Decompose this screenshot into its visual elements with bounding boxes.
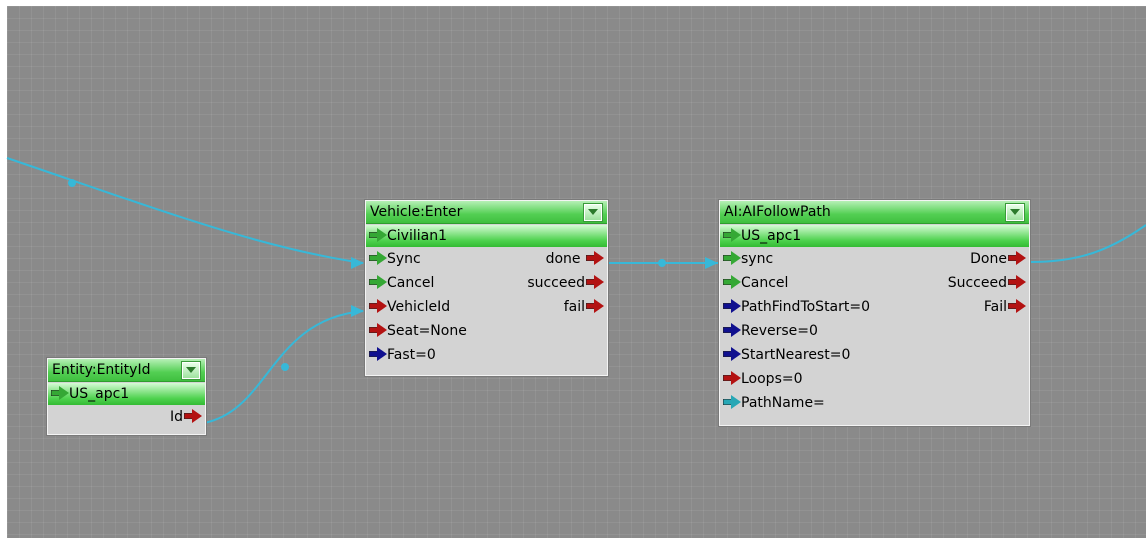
port-label: Succeed: [947, 275, 1007, 291]
port-label: Id: [169, 409, 183, 425]
input-port-sync[interactable]: sync: [723, 247, 773, 271]
input-port-seat[interactable]: Seat=None: [369, 319, 467, 343]
arrow-right-icon[interactable]: [1008, 250, 1026, 265]
input-port-reverse[interactable]: Reverse=0: [723, 319, 818, 343]
arrow-right-icon[interactable]: [369, 250, 387, 265]
node-entity-id[interactable]: Entity:EntityId US_apc1 Id: [47, 358, 206, 435]
port-row: Fast=0: [366, 343, 607, 367]
input-port-fast[interactable]: Fast=0: [369, 343, 436, 367]
arrow-right-icon[interactable]: [369, 227, 387, 242]
port-label: Done: [970, 251, 1007, 267]
port-label: Cancel: [387, 275, 435, 291]
arrow-right-icon[interactable]: [723, 250, 741, 265]
port-row: Loops=0: [720, 367, 1029, 391]
entity-label: Civilian1: [387, 228, 447, 244]
entity-label: US_apc1: [69, 386, 130, 402]
output-port-fail[interactable]: fail: [564, 295, 604, 319]
arrow-right-icon[interactable]: [184, 408, 202, 423]
arrow-right-icon[interactable]: [369, 298, 387, 313]
node-title[interactable]: AI:AIFollowPath: [720, 201, 1029, 224]
port-label: fail: [563, 299, 585, 315]
output-port-succeed[interactable]: succeed: [527, 271, 604, 295]
node-title-label: Entity:EntityId: [52, 362, 151, 378]
arrow-right-icon[interactable]: [369, 274, 387, 289]
port-row: PathName=: [720, 391, 1029, 415]
input-port-pathname[interactable]: PathName=: [723, 391, 825, 415]
port-label: done: [545, 251, 581, 267]
port-row: Seat=None: [366, 319, 607, 343]
port-row: Id: [48, 405, 205, 429]
arrow-right-icon[interactable]: [723, 227, 741, 242]
port-label: PathName=: [741, 395, 825, 411]
port-label: Reverse=0: [741, 323, 818, 339]
port-label: Fail: [983, 299, 1007, 315]
port-label: sync: [741, 251, 774, 267]
arrow-right-icon[interactable]: [723, 274, 741, 289]
port-row: sync Done: [720, 247, 1029, 271]
node-entity-row[interactable]: US_apc1: [720, 225, 1029, 247]
port-label: Fast=0: [387, 347, 436, 363]
input-port-startnearest[interactable]: StartNearest=0: [723, 343, 850, 367]
port-row: Reverse=0: [720, 319, 1029, 343]
input-port-sync[interactable]: Sync: [369, 247, 421, 271]
arrow-right-icon[interactable]: [723, 370, 741, 385]
entity-label: US_apc1: [741, 228, 802, 244]
input-port-cancel[interactable]: Cancel: [369, 271, 434, 295]
arrow-right-icon[interactable]: [586, 250, 604, 265]
node-vehicle-enter[interactable]: Vehicle:Enter Civilian1 Sync done Cancel…: [365, 200, 608, 376]
port-row: Cancel succeed: [366, 271, 607, 295]
port-row: Sync done: [366, 247, 607, 271]
output-port-done[interactable]: done: [546, 247, 604, 271]
arrow-right-icon[interactable]: [586, 274, 604, 289]
arrow-right-icon[interactable]: [586, 298, 604, 313]
arrow-right-icon[interactable]: [369, 346, 387, 361]
port-label: VehicleId: [387, 299, 451, 315]
port-row: Cancel Succeed: [720, 271, 1029, 295]
input-port-pathfindtostart[interactable]: PathFindToStart=0: [723, 295, 870, 319]
port-row: PathFindToStart=0 Fail: [720, 295, 1029, 319]
node-title[interactable]: Entity:EntityId: [48, 359, 205, 382]
arrow-right-icon[interactable]: [51, 385, 69, 400]
arrow-right-icon[interactable]: [723, 298, 741, 313]
output-port-fail[interactable]: Fail: [984, 295, 1026, 319]
chevron-down-icon[interactable]: [182, 362, 200, 379]
port-label: PathFindToStart=0: [741, 299, 871, 315]
chevron-down-icon[interactable]: [1006, 204, 1024, 221]
input-port-loops[interactable]: Loops=0: [723, 367, 803, 391]
input-port-cancel[interactable]: Cancel: [723, 271, 788, 295]
arrow-right-icon[interactable]: [1008, 274, 1026, 289]
port-label: succeed: [527, 275, 585, 291]
port-label: Sync: [387, 251, 421, 267]
chevron-down-icon[interactable]: [584, 204, 602, 221]
port-row: VehicleId fail: [366, 295, 607, 319]
port-label: Loops=0: [741, 371, 803, 387]
node-title[interactable]: Vehicle:Enter: [366, 201, 607, 224]
output-port-id[interactable]: Id: [170, 405, 202, 429]
arrow-right-icon[interactable]: [723, 322, 741, 337]
arrow-right-icon[interactable]: [1008, 298, 1026, 313]
arrow-right-icon[interactable]: [723, 394, 741, 409]
output-port-done[interactable]: Done: [970, 247, 1026, 271]
node-entity-row[interactable]: US_apc1: [48, 383, 205, 405]
node-title-label: Vehicle:Enter: [370, 204, 463, 220]
port-label: Seat=None: [387, 323, 467, 339]
node-ai-follow-path[interactable]: AI:AIFollowPath US_apc1 sync Done Cancel…: [719, 200, 1030, 426]
node-title-label: AI:AIFollowPath: [724, 204, 831, 220]
input-port-vehicleid[interactable]: VehicleId: [369, 295, 450, 319]
port-label: StartNearest=0: [741, 347, 851, 363]
output-port-succeed[interactable]: Succeed: [948, 271, 1026, 295]
arrow-right-icon[interactable]: [723, 346, 741, 361]
port-label: Cancel: [741, 275, 789, 291]
port-row: StartNearest=0: [720, 343, 1029, 367]
arrow-right-icon[interactable]: [369, 322, 387, 337]
node-entity-row[interactable]: Civilian1: [366, 225, 607, 247]
